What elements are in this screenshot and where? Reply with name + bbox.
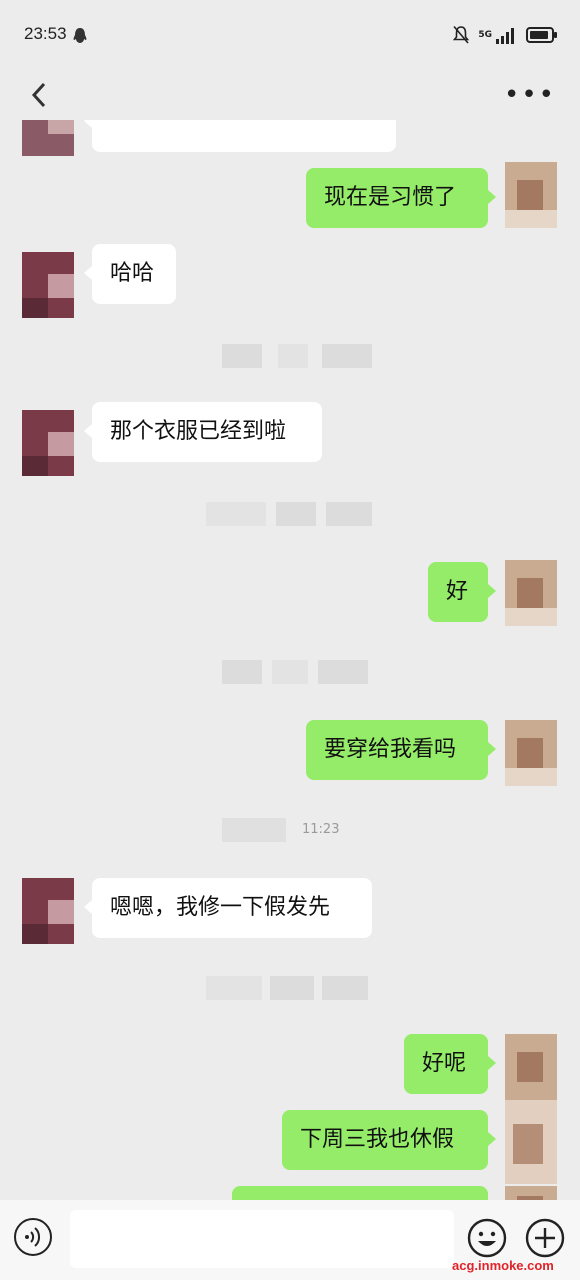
message-text: 那个衣服已经到啦 <box>110 419 287 444</box>
message-input[interactable] <box>70 1210 454 1268</box>
message-timestamp <box>206 976 368 1000</box>
message-timestamp <box>222 344 372 368</box>
contact-avatar[interactable] <box>22 878 74 944</box>
message-timestamp <box>206 502 372 526</box>
qq-notification-icon <box>73 28 87 43</box>
message-bubble-incoming[interactable]: 哈哈 <box>84 244 176 304</box>
message-text: 现在是习惯了 <box>324 185 457 210</box>
user-avatar[interactable] <box>505 560 557 626</box>
status-time: 23:53 <box>24 24 67 43</box>
message-bubble-incoming[interactable]: 嗯嗯，我修一下假发先 <box>84 878 372 938</box>
back-arrow-icon[interactable] <box>30 82 48 108</box>
user-avatar[interactable] <box>505 720 557 786</box>
emoji-icon[interactable] <box>467 1218 507 1258</box>
message-timestamp: 11:23 <box>222 818 362 842</box>
contact-avatar[interactable] <box>22 120 74 156</box>
network-type: 5G <box>478 30 492 40</box>
message-bubble-incoming[interactable] <box>84 120 396 152</box>
battery-icon <box>526 27 557 43</box>
contact-avatar[interactable] <box>22 410 74 476</box>
message-text: 好呢 <box>422 1051 467 1076</box>
message-bubble-outgoing[interactable]: 现在是习惯了 <box>306 168 496 228</box>
message-text: 下周三我也休假 <box>300 1127 455 1152</box>
message-bubble-incoming[interactable]: 那个衣服已经到啦 <box>84 402 322 462</box>
watermark: acg.inmoke.com <box>452 1258 554 1273</box>
timestamp-time: 11:23 <box>302 822 340 837</box>
mute-bell-icon <box>453 25 470 44</box>
message-bubble-outgoing[interactable] <box>232 1186 488 1200</box>
user-avatar[interactable] <box>505 162 557 228</box>
contact-avatar[interactable] <box>22 252 74 318</box>
message-text: 好 <box>446 579 469 604</box>
message-text: 嗯嗯，我修一下假发先 <box>110 895 331 920</box>
signal-icon <box>496 28 514 44</box>
status-bar: 23:53 5G <box>0 0 580 72</box>
message-text: 要穿给我看吗 <box>324 737 457 762</box>
message-list[interactable]: 现在是习惯了 哈哈 那个衣服已经到啦 好 要穿给我看吗 11:23 嗯嗯，我修一… <box>0 120 580 1200</box>
message-bubble-outgoing[interactable]: 好 <box>428 562 496 622</box>
message-text: 哈哈 <box>110 261 155 286</box>
message-timestamp <box>222 660 368 684</box>
voice-icon <box>25 1227 41 1247</box>
user-avatar[interactable] <box>505 1034 557 1184</box>
message-bubble-outgoing[interactable]: 要穿给我看吗 <box>306 720 496 780</box>
message-bubble-outgoing[interactable]: 好呢 <box>404 1034 496 1094</box>
voice-button[interactable] <box>14 1218 52 1256</box>
message-bubble-outgoing[interactable]: 下周三我也休假 <box>282 1110 496 1170</box>
user-avatar[interactable] <box>505 1186 557 1200</box>
chat-header: ••• <box>0 72 580 120</box>
status-icons: 5G <box>452 24 558 46</box>
more-icon[interactable]: ••• <box>504 80 556 110</box>
plus-icon[interactable] <box>525 1218 565 1258</box>
